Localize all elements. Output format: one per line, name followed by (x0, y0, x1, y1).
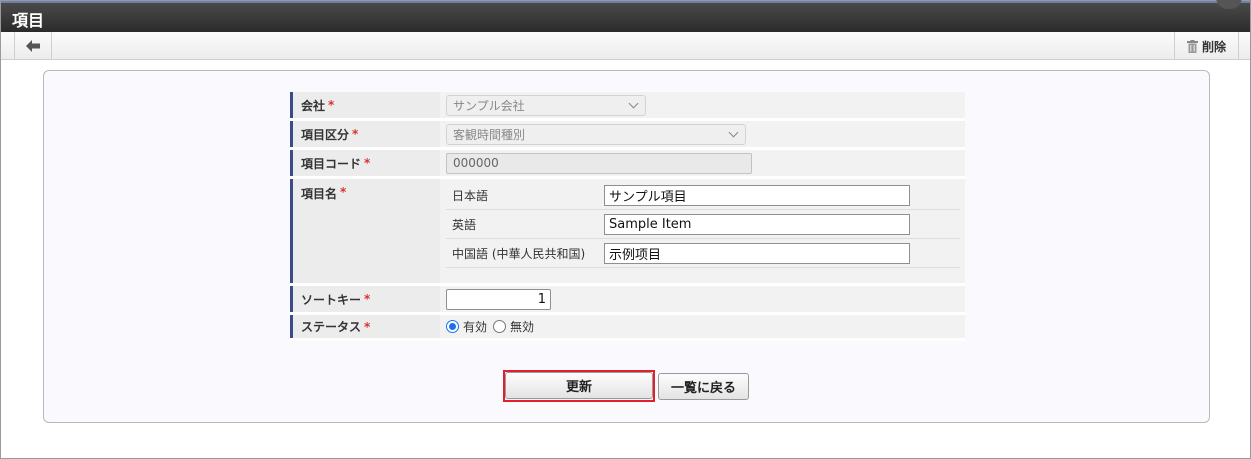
trash-icon (1186, 39, 1198, 53)
status-inactive-radio[interactable]: 無効 (493, 318, 534, 335)
item-form: 会社 * サンプル会社 項目区分 * 客観時間種別 項目コード * 000000 項目… (290, 92, 965, 341)
row-name: 項目名 * 日本語 サンプル項目 英語 Sample Item 中国語 (中華人民… (290, 179, 965, 286)
update-button[interactable]: 更新 (505, 372, 653, 399)
row-status: ステータス * 有効 無効 (290, 315, 965, 341)
back-to-list-button[interactable]: 一覧に戻る (658, 373, 749, 400)
back-button[interactable] (14, 32, 52, 60)
status-active-radio[interactable]: 有効 (446, 318, 487, 335)
sort-key-label: ソートキー * (290, 286, 440, 312)
page-title: 項目 (12, 11, 45, 30)
category-label: 項目区分 * (290, 121, 440, 147)
company-label: 会社 * (290, 92, 440, 118)
toolbar: 削除 (1, 32, 1250, 60)
lang-row-ja: 日本語 サンプル項目 (446, 181, 960, 210)
delete-button[interactable]: 削除 (1174, 32, 1239, 60)
name-zh-input[interactable]: 示例项目 (604, 242, 910, 264)
name-language-table: 日本語 サンプル項目 英語 Sample Item 中国語 (中華人民共和国) … (446, 181, 960, 268)
name-label: 項目名 * (290, 179, 440, 283)
lang-row-zh: 中国語 (中華人民共和国) 示例项目 (446, 239, 960, 268)
code-field: 000000 (446, 152, 752, 174)
chevron-down-icon (728, 127, 739, 137)
company-select[interactable]: サンプル会社 (446, 94, 646, 116)
row-category: 項目区分 * 客観時間種別 (290, 121, 965, 150)
row-company: 会社 * サンプル会社 (290, 92, 965, 121)
title-bar: 項目 (1, 0, 1250, 32)
name-en-input[interactable]: Sample Item (604, 213, 910, 235)
arrow-left-icon (26, 40, 40, 52)
delete-label: 削除 (1201, 39, 1226, 54)
status-label: ステータス * (290, 315, 440, 338)
chevron-down-icon (628, 98, 639, 108)
code-label: 項目コード * (290, 150, 440, 176)
category-select[interactable]: 客観時間種別 (446, 123, 746, 145)
row-code: 項目コード * 000000 (290, 150, 965, 179)
lang-row-en: 英語 Sample Item (446, 210, 960, 239)
name-ja-input[interactable]: サンプル項目 (604, 184, 910, 206)
sort-key-input[interactable]: 1 (446, 288, 551, 310)
row-sort-key: ソートキー * 1 (290, 286, 965, 315)
corner-decoration (1216, 0, 1242, 9)
